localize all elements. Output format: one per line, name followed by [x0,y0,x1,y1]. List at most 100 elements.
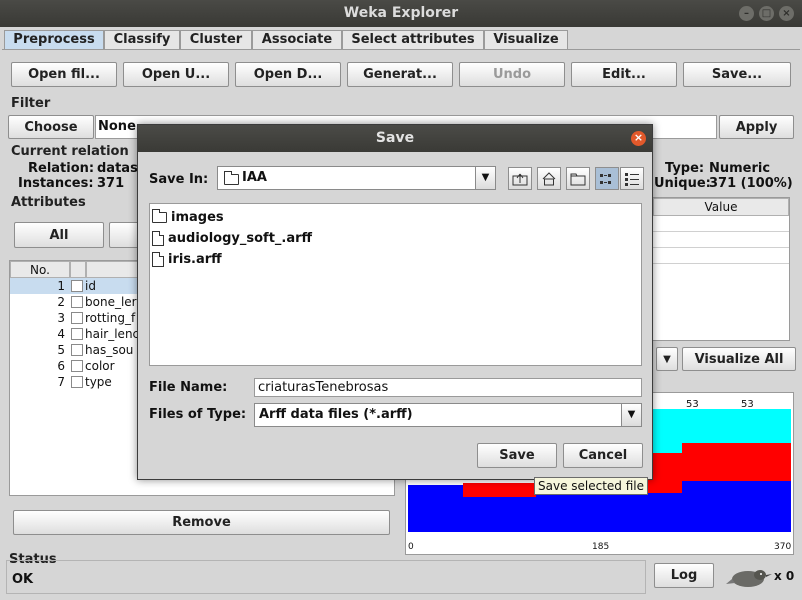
save-in-combo[interactable]: IAA ▼ [217,166,496,190]
save-in-label: Save In: [149,172,209,187]
type-value: Numeric [709,161,771,176]
attribute-checkbox[interactable] [71,376,83,388]
attribute-checkbox[interactable] [71,312,83,324]
attribute-checkbox[interactable] [71,344,83,356]
tab-divider [2,49,800,50]
attribute-name: rotting_f [85,311,136,325]
save-in-value: IAA [242,170,267,185]
maximize-icon[interactable]: □ [759,6,774,21]
stats-row [653,248,789,264]
minimize-icon[interactable]: – [739,6,754,21]
files-of-type-label: Files of Type: [149,407,247,422]
open-db-button[interactable]: Open D... [235,62,341,87]
edit-button[interactable]: Edit... [571,62,677,87]
unique-value: 371 (100%) [709,176,793,191]
file-name: audiology_soft_.arff [168,231,313,246]
up-folder-button[interactable] [508,167,532,190]
tab-preprocess[interactable]: Preprocess [4,30,104,49]
class-dropdown-arrow[interactable]: ▼ [656,347,678,371]
check-column-header[interactable] [70,261,86,278]
dialog-cancel-button[interactable]: Cancel [563,443,643,468]
home-icon [542,171,556,185]
tab-visualize[interactable]: Visualize [484,30,568,49]
chevron-down-icon[interactable]: ▼ [621,404,641,426]
chevron-down-icon[interactable]: ▼ [475,167,495,189]
tab-classify[interactable]: Classify [104,30,180,49]
list-view-icon [600,173,611,184]
close-icon[interactable]: × [779,6,794,21]
select-all-button[interactable]: All [14,222,104,248]
file-list[interactable]: images audiology_soft_.arff iris.arff [149,203,642,366]
open-url-button[interactable]: Open U... [123,62,229,87]
value-column-header[interactable]: Value [653,198,789,216]
attribute-number: 1 [57,279,65,293]
attribute-name: color [85,359,115,373]
attribute-checkbox[interactable] [71,296,83,308]
save-button[interactable]: Save... [683,62,791,87]
histogram-bar-blue [536,493,682,532]
histogram-bar-blue [463,497,536,532]
window-title-bar: Weka Explorer [0,0,802,27]
file-name-field[interactable]: criaturasTenebrosas [254,378,642,397]
folder-icon [224,171,239,185]
open-file-button[interactable]: Open fil... [11,62,117,87]
list-item[interactable]: images [152,207,224,228]
visualize-all-button[interactable]: Visualize All [682,347,796,371]
bar-label: 53 [686,399,699,410]
axis-tick: 0 [408,542,414,552]
attribute-checkbox[interactable] [71,360,83,372]
attribute-name: id [85,279,96,293]
attribute-name: type [85,375,112,389]
window-title: Weka Explorer [343,5,459,21]
attribute-number: 7 [57,375,65,389]
tab-cluster[interactable]: Cluster [180,30,252,49]
list-item[interactable]: iris.arff [152,249,222,270]
choose-filter-button[interactable]: Choose [8,115,94,139]
status-text: OK [12,572,34,587]
dialog-save-button[interactable]: Save [477,443,557,468]
relation-value: datas [97,161,138,176]
task-count: x 0 [774,569,795,583]
current-relation-title: Current relation [11,144,129,159]
apply-button[interactable]: Apply [719,115,794,139]
attribute-number: 2 [57,295,65,309]
select-none-button[interactable] [109,222,139,248]
file-name: iris.arff [168,252,222,267]
folder-icon [152,209,167,223]
attribute-number: 6 [57,359,65,373]
log-button[interactable]: Log [654,563,714,588]
attribute-checkbox[interactable] [71,280,83,292]
generate-button[interactable]: Generat... [347,62,453,87]
files-of-type-combo[interactable]: Arff data files (*.arff) ▼ [254,403,642,427]
file-icon [152,231,164,246]
remove-button[interactable]: Remove [13,510,390,535]
details-view-icon [625,172,639,186]
list-item[interactable]: audiology_soft_.arff [152,228,312,249]
new-folder-button[interactable] [566,167,590,190]
details-view-button[interactable] [620,167,644,190]
axis-tick: 185 [592,542,610,552]
tab-select-attributes[interactable]: Select attributes [342,30,484,49]
no-column-header[interactable]: No. [10,261,70,278]
instances-value: 371 [97,176,125,191]
stats-table: Value [652,197,790,341]
histogram-bar-blue [682,481,791,532]
list-view-button[interactable] [595,167,619,190]
attribute-number: 3 [57,311,65,325]
dialog-title-bar: Save [138,125,652,152]
attribute-name: bone_ler [85,295,137,309]
close-icon[interactable]: × [631,131,646,146]
home-button[interactable] [537,167,561,190]
files-of-type-value: Arff data files (*.arff) [259,407,413,422]
new-folder-icon [570,173,586,185]
status-panel [6,560,646,594]
attribute-checkbox[interactable] [71,328,83,340]
undo-button: Undo [459,62,565,87]
stats-row [653,216,789,232]
save-tooltip: Save selected file [534,477,649,495]
attribute-number: 5 [57,343,65,357]
tab-associate[interactable]: Associate [252,30,342,49]
histogram-bar-red [463,483,536,497]
file-icon [152,252,164,267]
file-name-value: criaturasTenebrosas [258,380,389,395]
